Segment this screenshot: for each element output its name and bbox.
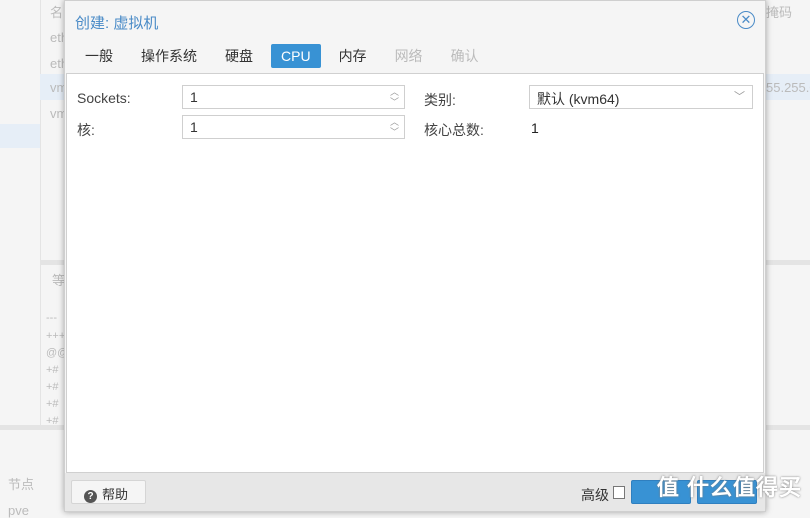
total-cores-label: 核心总数:	[424, 122, 484, 138]
question-icon: ?	[84, 490, 97, 503]
total-cores-value: 1	[531, 120, 539, 136]
spinner-icon[interactable]: ︿ ﹀	[390, 87, 399, 107]
bg-diff-line: +#	[46, 398, 59, 410]
tab-confirm[interactable]: 确认	[441, 44, 489, 68]
bg-col-header: 掩码	[766, 5, 793, 20]
cpu-type-value: 默认 (kvm64)	[537, 91, 620, 107]
sockets-input[interactable]: 1 ︿ ﹀	[182, 85, 405, 109]
cpu-type-select[interactable]: 默认 (kvm64) ﹀	[529, 85, 753, 109]
bg-mask: 55.255.0	[766, 80, 810, 95]
cores-label: 核:	[77, 122, 95, 138]
wizard-tabs: 一般 操作系统 硬盘 CPU 内存 网络 确认	[75, 44, 497, 68]
close-icon[interactable]: ✕	[737, 11, 755, 29]
advanced-checkbox[interactable]	[613, 486, 625, 499]
cpu-panel: Sockets: 1 ︿ ﹀ 核: 1 ︿ ﹀ 类别: 默认 (kvm64) ﹀ 核…	[66, 73, 764, 473]
bg-col-header: 节点	[8, 477, 35, 492]
tab-disk[interactable]: 硬盘	[215, 44, 263, 68]
watermark-logo: 值 什么值得买	[656, 475, 802, 500]
chevron-down-icon[interactable]: ﹀	[734, 88, 745, 104]
bg-row: pve	[8, 503, 29, 518]
tab-os[interactable]: 操作系统	[131, 44, 207, 68]
sockets-label: Sockets:	[77, 90, 131, 106]
bg-diff-line: +#	[46, 381, 59, 393]
advanced-label: 高级	[581, 487, 609, 503]
spinner-icon[interactable]: ︿ ﹀	[390, 117, 399, 137]
sockets-value: 1	[190, 89, 198, 105]
tab-memory[interactable]: 内存	[329, 44, 377, 68]
tab-cpu[interactable]: CPU	[271, 44, 321, 68]
create-vm-dialog: 创建: 虚拟机 ✕ 一般 操作系统 硬盘 CPU 内存 网络 确认 Socket…	[64, 0, 766, 512]
tab-general[interactable]: 一般	[75, 44, 123, 68]
cores-input[interactable]: 1 ︿ ﹀	[182, 115, 405, 139]
bg-diff-line: +++	[46, 330, 66, 342]
dialog-title: 创建: 虚拟机	[75, 15, 159, 32]
bg-diff-line: ---	[46, 312, 57, 324]
tab-network[interactable]: 网络	[385, 44, 433, 68]
bg-nav-selected	[0, 124, 40, 148]
type-label: 类别:	[424, 92, 456, 108]
bg-col-header: 名	[50, 5, 64, 20]
bg-diff-line: +#	[46, 364, 59, 376]
divider	[40, 0, 41, 425]
help-button[interactable]: ? 帮助	[71, 480, 146, 504]
help-label: 帮助	[102, 487, 129, 502]
cores-value: 1	[190, 119, 198, 135]
